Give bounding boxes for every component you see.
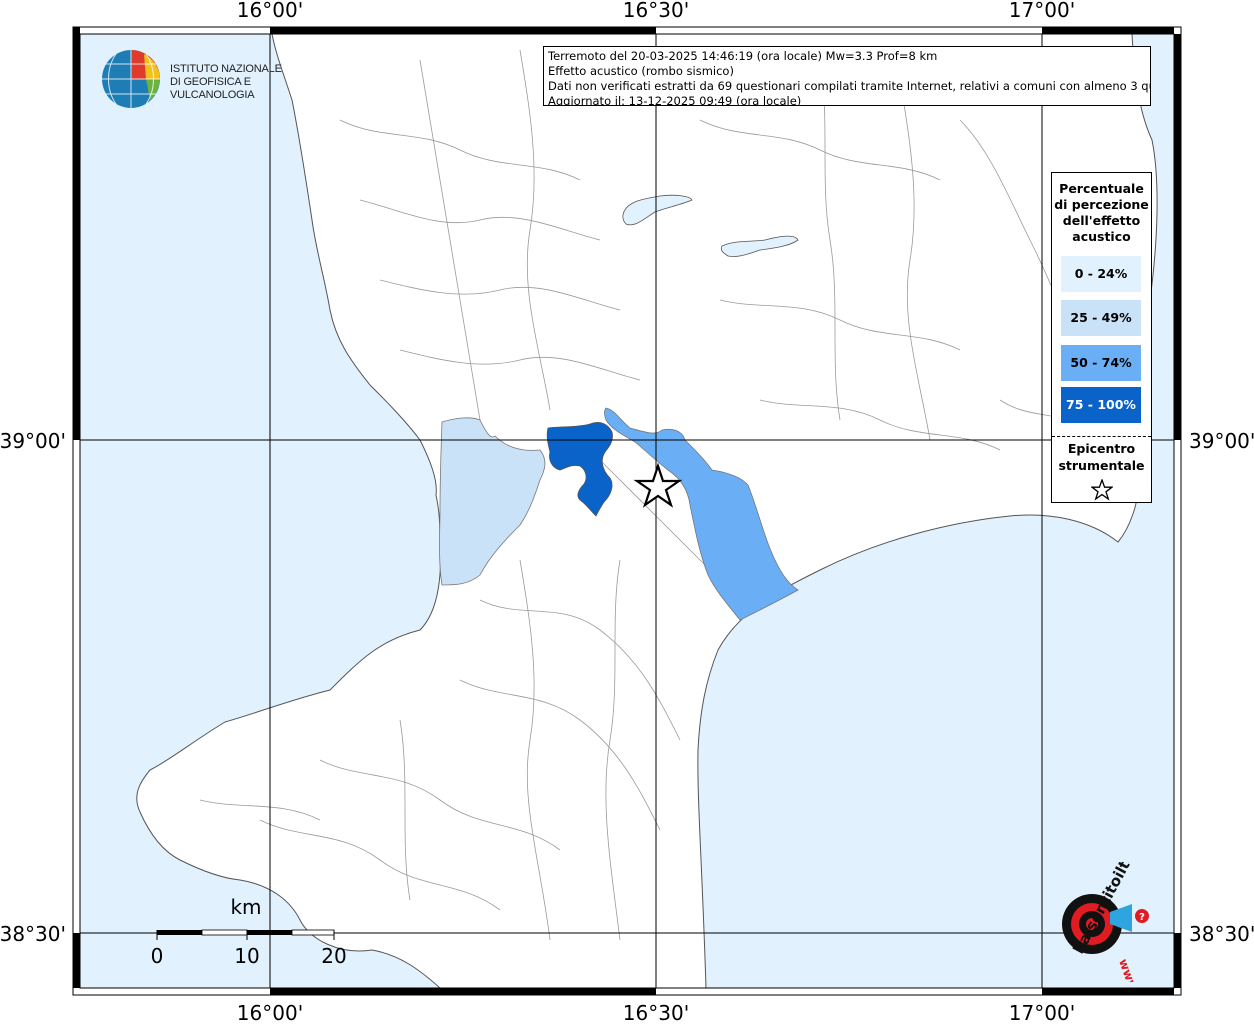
legend-class-75-100: 75 - 100% <box>1061 387 1141 423</box>
scale-tick-20: 20 <box>321 944 346 968</box>
legend-separator <box>1052 436 1151 437</box>
event-title: Terremoto del 20-03-2025 14:46:19 (ora l… <box>548 49 938 63</box>
haisentito-logo: ? haisentitoilterremoto.it www. <box>1030 772 1179 997</box>
event-updated: Aggiornato il: 13-12-2025 09:49 (ora loc… <box>548 94 802 106</box>
haisentito-www: www. <box>1116 957 1142 982</box>
lat-label-left-2: 38°30' <box>0 922 66 946</box>
haisentito-logo-icon: ? haisentitoilterremoto.it www. <box>1062 772 1179 997</box>
event-info-box: Terremoto del 20-03-2025 14:46:19 (ora l… <box>543 46 1151 106</box>
legend: Percentuale di percezione dell'effetto a… <box>1051 172 1152 503</box>
lon-label-top-2: 16°30' <box>623 0 689 22</box>
lon-label-bottom-3: 17°00' <box>1009 1001 1075 1024</box>
legend-class-25-49: 25 - 49% <box>1061 300 1141 336</box>
ingv-globe-icon <box>102 50 160 108</box>
scale-tick-10: 10 <box>234 944 259 968</box>
lon-label-top-1: 16°00' <box>237 0 303 22</box>
legend-epicenter-label: Epicentro strumentale <box>1058 441 1145 473</box>
legend-class-50-74: 50 - 74% <box>1061 345 1141 381</box>
lon-label-bottom-2: 16°30' <box>623 1001 689 1024</box>
event-effect: Effetto acustico (rombo sismico) <box>548 64 734 78</box>
lat-label-right-1: 39°00' <box>1189 429 1254 453</box>
lat-label-right-2: 38°30' <box>1189 922 1254 946</box>
svg-text:?: ? <box>1139 912 1145 923</box>
legend-title: Percentuale di percezione dell'effetto a… <box>1054 181 1149 244</box>
ingv-logo: ISTITUTO NAZIONALE DI GEOFISICA E VULCAN… <box>100 46 320 110</box>
ingv-name-line1: ISTITUTO NAZIONALE <box>170 63 282 75</box>
lat-label-left-1: 39°00' <box>0 429 66 453</box>
scale-unit: km <box>230 895 261 919</box>
scale-tick-0: 0 <box>151 944 164 968</box>
ingv-name-line2: DI GEOFISICA E VULCANOLOGIA <box>170 76 255 101</box>
lon-label-bottom-1: 16°00' <box>237 1001 303 1024</box>
legend-star-icon <box>1091 479 1113 501</box>
lon-label-top-3: 17°00' <box>1009 0 1075 22</box>
event-data-note: Dati non verificati estratti da 69 quest… <box>548 79 1151 93</box>
legend-class-0-24: 0 - 24% <box>1061 256 1141 292</box>
